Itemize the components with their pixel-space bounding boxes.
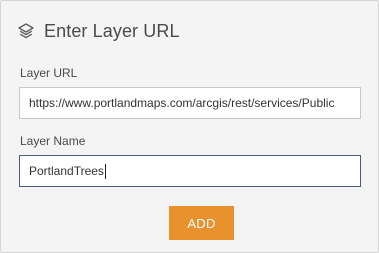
layers-icon — [17, 22, 35, 40]
layer-name-label: Layer Name — [20, 134, 86, 148]
layer-url-input[interactable]: https://www.portlandmaps.com/arcgis/rest… — [19, 87, 361, 119]
layer-url-value: https://www.portlandmaps.com/arcgis/rest… — [29, 96, 335, 110]
text-cursor — [104, 163, 106, 179]
add-button[interactable]: ADD — [169, 206, 234, 240]
layer-name-value: PortlandTrees — [29, 164, 104, 178]
layer-name-input[interactable]: PortlandTrees — [19, 155, 361, 187]
layer-url-label: Layer URL — [20, 66, 78, 80]
add-layer-panel: Enter Layer URL Layer URL https://www.po… — [0, 0, 379, 253]
panel-header: Enter Layer URL — [17, 20, 180, 42]
panel-title: Enter Layer URL — [44, 20, 180, 41]
